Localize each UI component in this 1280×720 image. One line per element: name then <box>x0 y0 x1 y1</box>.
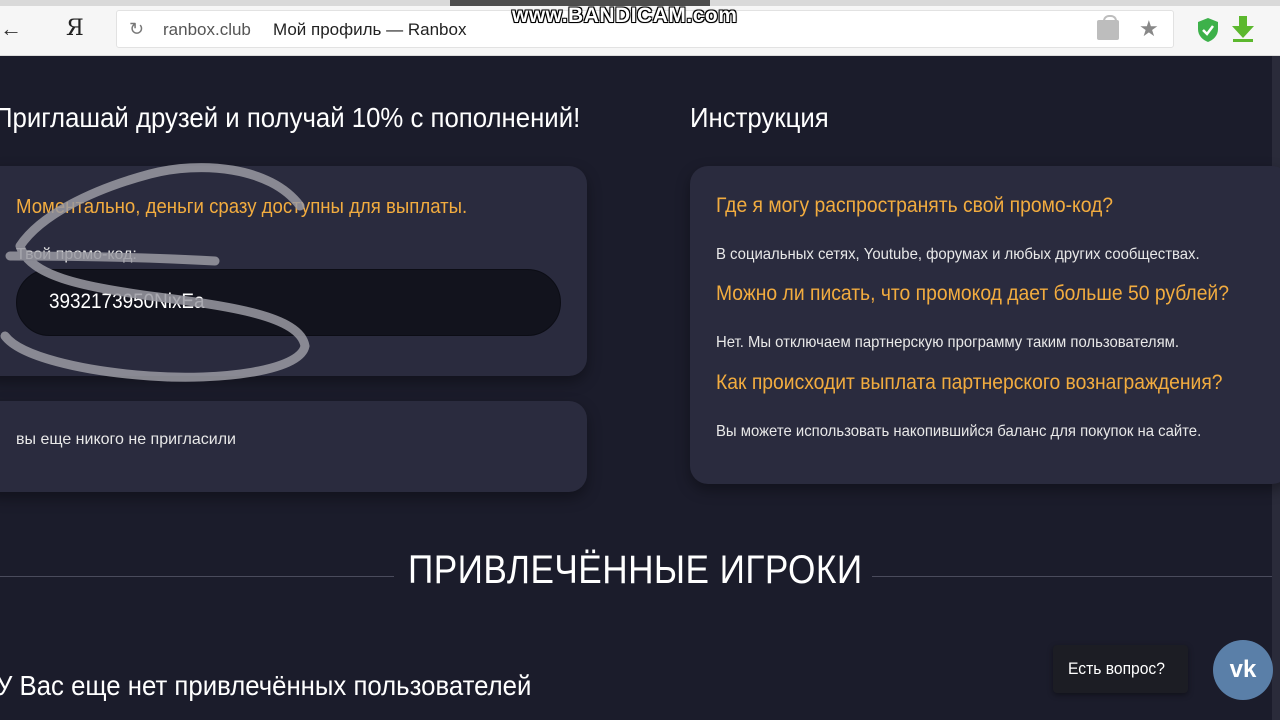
yandex-logo[interactable]: Я <box>66 14 84 44</box>
faq-answer: Вы можете использовать накопившийся бала… <box>716 423 1202 440</box>
back-arrow-icon[interactable]: ← <box>0 14 22 44</box>
instructions-heading: Инструкция <box>690 102 829 133</box>
faq-question: Можно ли писать, что промокод дает больш… <box>716 282 1229 305</box>
address-domain: ranbox.club <box>163 20 251 39</box>
recording-watermark: www.BANDICAM.com <box>512 4 738 27</box>
shield-icon[interactable] <box>1196 17 1220 43</box>
section-divider-right <box>872 576 1272 577</box>
invited-status: вы еще никого не пригласили <box>16 431 236 448</box>
faq-answer: Нет. Мы отключаем партнерскую программу … <box>716 334 1180 351</box>
promo-code-value[interactable]: 3932173950NixEa <box>49 290 205 314</box>
download-icon[interactable] <box>1230 15 1256 43</box>
star-icon[interactable]: ★ <box>1139 16 1159 42</box>
vk-icon: vk <box>1229 656 1257 683</box>
promo-title: Моментально, деньги сразу доступны для в… <box>16 196 468 218</box>
promo-code-field[interactable]: 3932173950NixEa <box>16 269 561 336</box>
promo-card: Моментально, деньги сразу доступны для в… <box>0 166 587 376</box>
faq-question: Где я могу распространять свой промо-код… <box>716 194 1114 217</box>
faq-card: Где я могу распространять свой промо-код… <box>690 166 1280 484</box>
address-page-title: Мой профиль — Ranbox <box>273 20 467 39</box>
faq-question: Как происходит выплата партнерского возн… <box>716 371 1223 394</box>
faq-answer: В социальных сетях, Youtube, форумах и л… <box>716 246 1200 263</box>
invited-card: вы еще никого не пригласили <box>0 401 587 492</box>
promo-code-label: Твой промо-код: <box>16 246 137 263</box>
referral-heading: Приглашай друзей и получай 10% с пополне… <box>0 102 581 133</box>
lock-icon[interactable] <box>1097 15 1119 40</box>
chat-tooltip-text: Есть вопрос? <box>1068 659 1165 678</box>
section-divider-left <box>0 576 394 577</box>
reload-icon[interactable]: ↻ <box>129 19 144 39</box>
attracted-section-title: ПРИВЛЕЧЁННЫЕ ИГРОКИ <box>408 548 863 592</box>
chat-tooltip[interactable]: Есть вопрос? <box>1053 645 1188 693</box>
vk-chat-button[interactable]: vk <box>1213 640 1273 700</box>
no-attracted-users-text: У Вас еще нет привлечённых пользователей <box>0 670 532 701</box>
